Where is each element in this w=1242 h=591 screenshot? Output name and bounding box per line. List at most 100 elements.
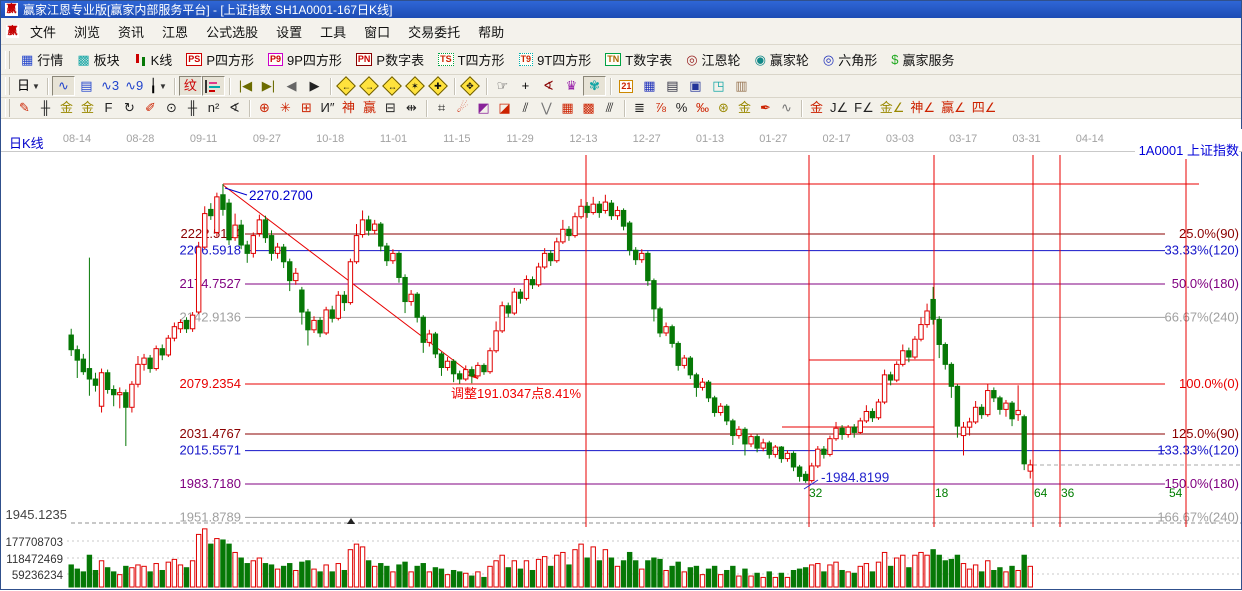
- permille-button[interactable]: ‰: [692, 99, 713, 117]
- wave-3-button[interactable]: ∿3: [98, 76, 122, 96]
- angle-ruler-button[interactable]: ∢: [224, 99, 245, 117]
- v-lines-button[interactable]: ⋁: [536, 99, 557, 117]
- candle-body: [979, 406, 985, 416]
- winner-service-button[interactable]: $ 赢家服务: [884, 46, 961, 73]
- gann-wheel-button[interactable]: ◎ 江恩轮: [679, 46, 747, 73]
- pattern-toggle-button[interactable]: 纹: [178, 76, 202, 96]
- workstation-button[interactable]: ▥: [730, 76, 753, 96]
- t-square-button[interactable]: TS T四方形: [431, 46, 511, 73]
- menu-file[interactable]: 文件: [21, 19, 65, 44]
- angle-measure-button[interactable]: ∢: [537, 76, 560, 96]
- ying-angle-button[interactable]: 赢∠: [938, 99, 969, 117]
- gold-angle-button[interactable]: 金∠: [877, 99, 908, 117]
- brush-tool-button[interactable]: ✎: [14, 99, 35, 117]
- 9t-square-button[interactable]: T9 9T四方形: [512, 46, 599, 73]
- menu-trade-entrust[interactable]: 交易委托: [399, 19, 469, 44]
- period-day-button[interactable]: 日 ▼: [14, 76, 43, 96]
- gold-comb-2-button[interactable]: 金: [77, 99, 98, 117]
- menu-formula-stock-pick[interactable]: 公式选股: [197, 19, 267, 44]
- gold-angle-0-button[interactable]: 金: [806, 99, 827, 117]
- scale-box-button[interactable]: ⌗: [431, 99, 452, 117]
- gann-tool-button[interactable]: ♛: [560, 76, 583, 96]
- shen-angle-button[interactable]: 神∠: [907, 99, 938, 117]
- candle-style-button[interactable]: ╽ ▼: [146, 76, 170, 96]
- zoom-compress-button[interactable]: ✶: [404, 76, 427, 96]
- menu-gann[interactable]: 江恩: [153, 19, 197, 44]
- box-fan-button[interactable]: ◩: [473, 99, 494, 117]
- percent-button[interactable]: %: [671, 99, 692, 117]
- volume-profile-button[interactable]: [201, 76, 225, 96]
- sectors-button[interactable]: ▩ 板块: [70, 46, 126, 73]
- menu-window[interactable]: 窗口: [355, 19, 399, 44]
- page-right-button[interactable]: ▶: [303, 76, 326, 96]
- shen-grid-button[interactable]: 神: [338, 99, 359, 117]
- ladder-percent-button[interactable]: ≣: [629, 99, 650, 117]
- crosshair-button[interactable]: +: [514, 76, 537, 96]
- ray-fan-button[interactable]: ☄: [452, 99, 473, 117]
- calendar-21-button[interactable]: 21: [615, 76, 638, 96]
- price-grid-2-button[interactable]: ▩: [578, 99, 599, 117]
- ying-grid-button[interactable]: 赢: [359, 99, 380, 117]
- grid-123-button[interactable]: ⊟: [380, 99, 401, 117]
- p-number-table-button[interactable]: PN P数字表: [349, 46, 431, 73]
- save-disk-button[interactable]: ▣: [684, 76, 707, 96]
- gann-comb-button[interactable]: ╫: [35, 99, 56, 117]
- box-fan-2-button[interactable]: ◪: [494, 99, 515, 117]
- info-doc-button[interactable]: ▤: [75, 76, 98, 96]
- 9p-square-button[interactable]: P9 9P四方形: [261, 46, 349, 73]
- slant-lines-button[interactable]: ⫻: [599, 99, 620, 117]
- candle-style-dropdown-arrow-icon[interactable]: ▼: [159, 82, 167, 91]
- web-export-button[interactable]: ◳: [707, 76, 730, 96]
- wave-band-button[interactable]: ∿: [776, 99, 797, 117]
- menu-tools[interactable]: 工具: [311, 19, 355, 44]
- spiral-tool-button[interactable]: ↻: [119, 99, 140, 117]
- winner-wheel-button[interactable]: ◉ 赢家轮: [748, 46, 816, 73]
- zoom-horizontal-button[interactable]: ↔: [381, 76, 404, 96]
- j-angle-button[interactable]: J∠: [827, 99, 851, 117]
- hexagon-button[interactable]: ◎ 六角形: [816, 46, 884, 73]
- smart-analysis-button[interactable]: ✾: [582, 76, 606, 96]
- pulse-tool-button[interactable]: И″: [317, 99, 338, 117]
- drag-hand-button[interactable]: ☞: [491, 76, 514, 96]
- trend-rays-button[interactable]: ⫽: [515, 99, 536, 117]
- gold-comb-1-button[interactable]: 金: [56, 99, 77, 117]
- zoom-out-right-button[interactable]: →: [358, 76, 381, 96]
- kline-button[interactable]: K线: [127, 46, 180, 73]
- flag-pen-button[interactable]: ✒: [755, 99, 776, 117]
- first-page-button[interactable]: |◀: [234, 76, 257, 96]
- f-angle-button[interactable]: F∠: [851, 99, 877, 117]
- f-comb-button[interactable]: F: [98, 99, 119, 117]
- si-angle-button[interactable]: 四∠: [969, 99, 1000, 117]
- span-arrows-button[interactable]: ⇹: [401, 99, 422, 117]
- grid-square-button[interactable]: ⊞: [296, 99, 317, 117]
- t-number-table-button[interactable]: TN T数字表: [598, 46, 679, 73]
- quotes-button[interactable]: ▦ 行情: [14, 46, 70, 73]
- price-grid-button[interactable]: ▦: [557, 99, 578, 117]
- calculator-button[interactable]: ▦: [638, 76, 661, 96]
- n-square-button[interactable]: n²: [203, 99, 224, 117]
- memo-note-button[interactable]: ▤: [661, 76, 684, 96]
- time-circle-button[interactable]: ⊙: [161, 99, 182, 117]
- gold-line-button[interactable]: 金: [734, 99, 755, 117]
- zoom-all-button[interactable]: ✥: [459, 76, 482, 96]
- menu-browse[interactable]: 浏览: [65, 19, 109, 44]
- gold-circle-button[interactable]: ⊛: [713, 99, 734, 117]
- wave-9-button[interactable]: ∿9: [122, 76, 146, 96]
- page-left-button[interactable]: ◀: [280, 76, 303, 96]
- comb-2-button[interactable]: ╫: [182, 99, 203, 117]
- period-day-dropdown-arrow-icon[interactable]: ▼: [32, 82, 40, 91]
- percent-tri-button[interactable]: ⅞: [650, 99, 671, 117]
- zoom-expand-button[interactable]: ✚: [427, 76, 450, 96]
- menu-news[interactable]: 资讯: [109, 19, 153, 44]
- p-square-button[interactable]: PS P四方形: [179, 46, 261, 73]
- menu-help[interactable]: 帮助: [469, 19, 513, 44]
- last-page-button[interactable]: ▶|: [257, 76, 280, 96]
- zoom-out-left-button[interactable]: ←: [335, 76, 358, 96]
- period-label[interactable]: 日K线: [9, 133, 44, 152]
- red-brush-button[interactable]: ✐: [140, 99, 161, 117]
- zigzag-view-button[interactable]: ∿: [51, 76, 75, 96]
- starburst-button[interactable]: ✳: [275, 99, 296, 117]
- circle-cross-button[interactable]: ⊕: [254, 99, 275, 117]
- app-menu-icon[interactable]: 赢: [6, 24, 19, 38]
- menu-settings[interactable]: 设置: [267, 19, 311, 44]
